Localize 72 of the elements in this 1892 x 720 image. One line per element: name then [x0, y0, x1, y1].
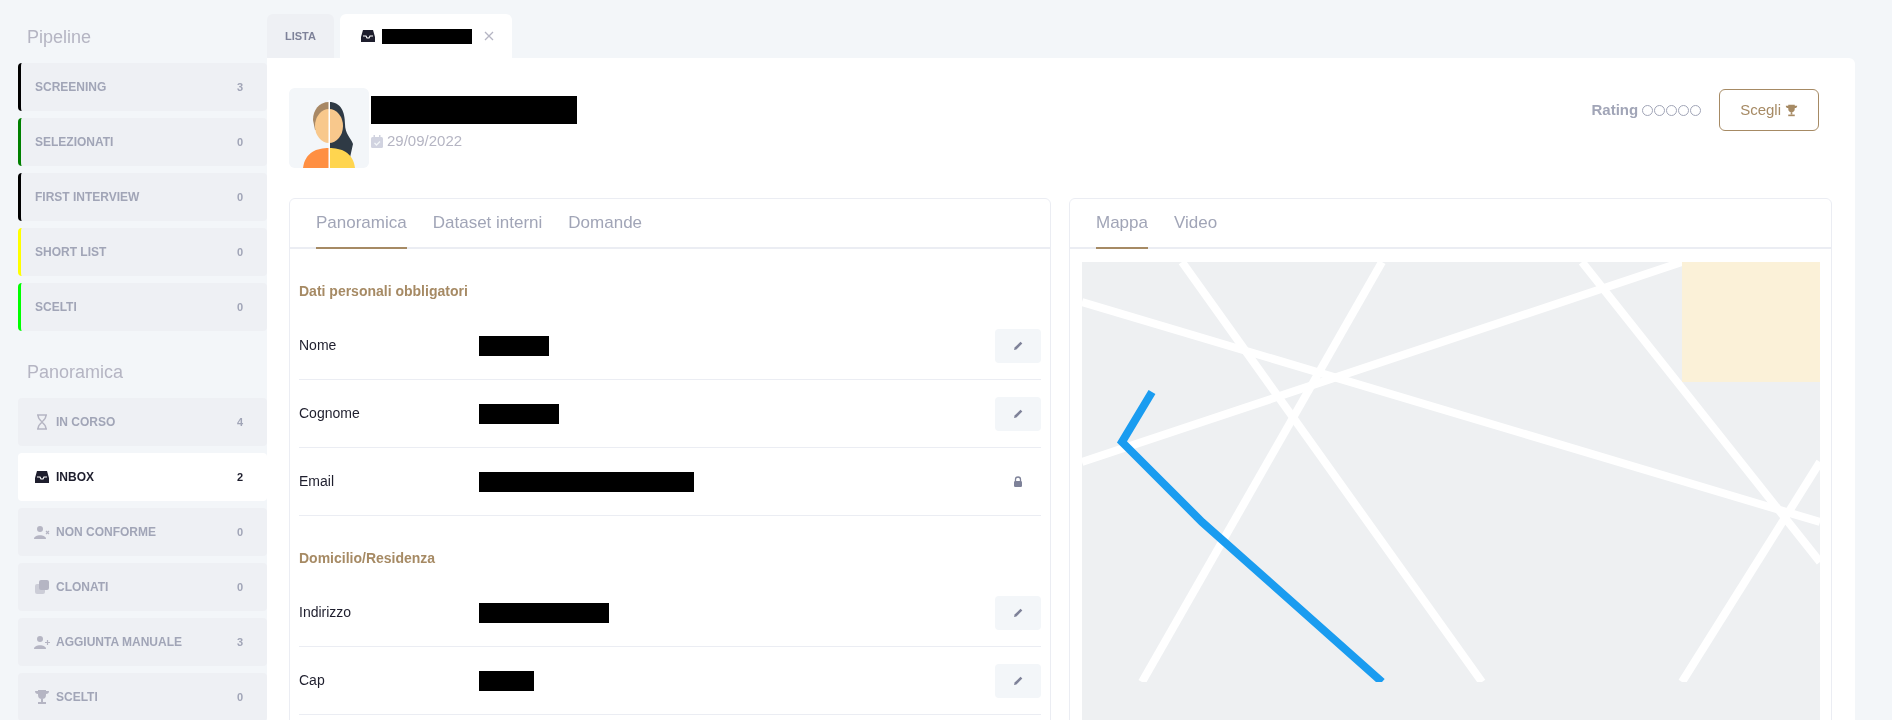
item-count: 0: [236, 189, 243, 205]
trophy-icon: [34, 689, 50, 705]
pencil-icon: [1012, 606, 1024, 619]
overview-label: IN CORSO: [56, 414, 116, 431]
close-icon[interactable]: [483, 31, 494, 41]
pencil-icon: [1012, 407, 1024, 420]
panel-tab[interactable]: Video: [1174, 199, 1218, 249]
panel-tab[interactable]: Dataset interni: [432, 199, 543, 249]
pipeline-label: SCELTI: [35, 299, 77, 316]
item-count: 0: [236, 244, 243, 260]
overview-label: NON CONFORME: [56, 524, 156, 541]
pipeline-label: SELEZIONATI: [35, 134, 114, 151]
rating-label: Rating: [1591, 99, 1639, 120]
inbox-icon: [359, 28, 376, 44]
inbox-icon: [34, 469, 50, 485]
panel-tab[interactable]: Domande: [568, 199, 643, 249]
list-tab[interactable]: LISTA: [267, 14, 334, 58]
panel-tab[interactable]: Mappa: [1096, 199, 1148, 249]
overview-label: CLONATI: [56, 579, 109, 596]
field-label: Cognome: [299, 404, 361, 423]
item-count: 0: [236, 134, 243, 150]
edit-button[interactable]: [995, 663, 1041, 698]
overview-item[interactable]: NON CONFORME 0: [18, 508, 267, 556]
date-text: 29/09/2022: [387, 131, 463, 151]
pipeline-item[interactable]: SCREENING 3: [18, 63, 267, 111]
field-label: Cap: [299, 671, 326, 690]
candidate-tab[interactable]: [339, 14, 512, 58]
item-count: 0: [236, 579, 243, 595]
item-count: 2: [236, 469, 243, 485]
edit-button[interactable]: [995, 328, 1041, 363]
pipeline-item[interactable]: SELEZIONATI 0: [18, 118, 267, 166]
overview-label: INBOX: [56, 469, 94, 486]
edit-button[interactable]: [995, 595, 1041, 630]
overview-label: AGGIUNTA MANUALE: [56, 634, 182, 651]
redacted-value: [479, 335, 549, 356]
trophy-icon: [1785, 103, 1798, 117]
sidebar-heading: Panoramica: [26, 361, 125, 384]
user-remove-icon: [34, 524, 50, 540]
edit-button[interactable]: [995, 396, 1041, 431]
calendar-icon: [371, 134, 383, 148]
field-label: Email: [299, 472, 335, 491]
item-count: 4: [236, 414, 243, 430]
panel-tab[interactable]: Panoramica: [316, 199, 407, 249]
overview-item[interactable]: IN CORSO 4: [18, 398, 267, 446]
section-heading: Domicilio/Residenza: [299, 549, 437, 568]
copy-icon: [34, 579, 50, 595]
item-count: 3: [236, 634, 243, 650]
pipeline-label: SHORT LIST: [35, 244, 107, 261]
pencil-icon: [1012, 339, 1024, 352]
overview-item[interactable]: SCELTI 0: [18, 673, 267, 720]
field-label: Nome: [299, 336, 338, 355]
pencil-icon: [1012, 674, 1024, 687]
choose-button[interactable]: Scegli: [1719, 89, 1819, 131]
user-add-icon: [34, 634, 50, 650]
pipeline-label: SCREENING: [35, 79, 107, 96]
pipeline-item[interactable]: FIRST INTERVIEW 0: [18, 173, 267, 221]
item-count: 0: [236, 689, 243, 705]
overview-item[interactable]: AGGIUNTA MANUALE 3: [18, 618, 267, 666]
pipeline-label: FIRST INTERVIEW: [35, 189, 140, 206]
sidebar-heading: Pipeline: [26, 26, 93, 49]
overview-item[interactable]: INBOX 2: [18, 453, 267, 501]
overview-item[interactable]: CLONATI 0: [18, 563, 267, 611]
hourglass-icon: [34, 414, 50, 430]
item-count: 0: [236, 524, 243, 540]
pipeline-item[interactable]: SCELTI 0: [18, 283, 267, 331]
section-heading: Dati personali obbligatori: [299, 282, 469, 301]
item-count: 3: [236, 79, 243, 95]
pipeline-item[interactable]: SHORT LIST 0: [18, 228, 267, 276]
item-count: 0: [236, 299, 243, 315]
redacted-value: [479, 670, 534, 691]
overview-label: SCELTI: [56, 689, 98, 706]
field-label: Indirizzo: [299, 603, 353, 622]
